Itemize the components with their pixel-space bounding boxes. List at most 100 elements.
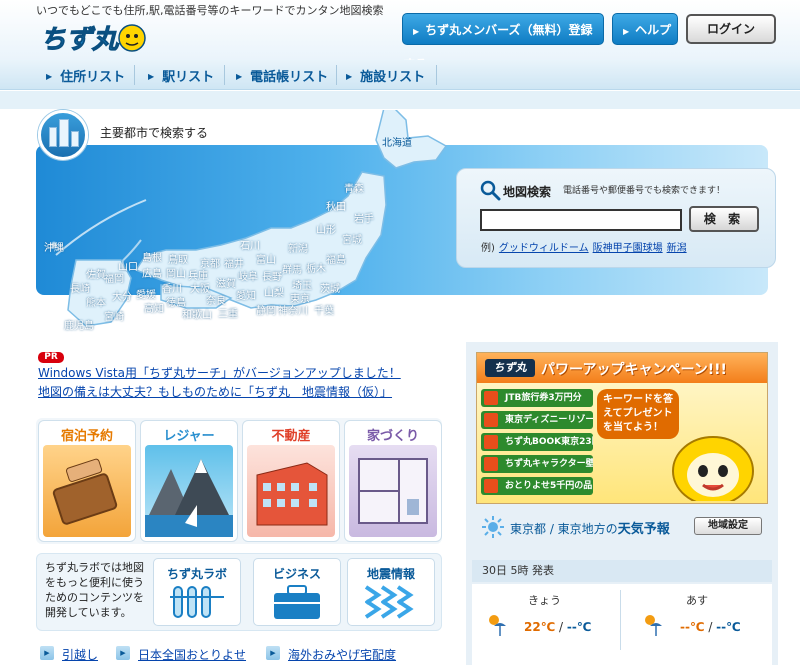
temp-low: --℃ (566, 620, 592, 634)
pref-link-mie[interactable]: 三重 (218, 305, 238, 320)
pref-link-ibaraki[interactable]: 茨城 (320, 280, 340, 295)
help-button[interactable]: ▶ ヘルプ (612, 13, 678, 45)
pref-link-kochi[interactable]: 高知 (144, 300, 164, 315)
pref-link-saga[interactable]: 佐賀 (86, 266, 106, 281)
category-real-estate[interactable]: 不動産 (242, 420, 340, 542)
lab-link-chizumaru-lab[interactable]: ちず丸ラボ (153, 558, 241, 626)
pref-link-nagano[interactable]: 長野 (262, 268, 282, 283)
pref-link-miyagi[interactable]: 宮城 (342, 231, 362, 246)
link-otoriyose[interactable]: 日本全国おとりよせ (138, 646, 246, 663)
pref-link-kagawa[interactable]: 香川 (162, 280, 182, 295)
weather-day-today: きょう (528, 594, 561, 607)
arrow-right-icon: ▶ (46, 72, 53, 81)
pref-link-kumamoto[interactable]: 熊本 (86, 294, 106, 309)
nav-address-list[interactable]: ▶ 住所リスト (46, 66, 125, 85)
prize-item: 東京ディズニーリゾートペアパスポート (481, 411, 593, 429)
pref-link-hyogo[interactable]: 兵庫 (188, 267, 208, 282)
mascot-character-icon (672, 436, 754, 501)
category-housebuilding[interactable]: 家づくり (344, 420, 442, 542)
campaign-logo: ちず丸 (485, 359, 535, 377)
weather-title-main: 天気予報 (617, 522, 670, 537)
pr-link-earthquake[interactable]: 地図の備えは大丈夫？もしものために「ちず丸 地震情報（仮）」 (38, 383, 392, 400)
chizumaru-logo[interactable]: ちず丸 (38, 18, 148, 58)
arrow-right-icon: ▶ (40, 646, 54, 660)
lab-description: ちず丸ラボでは地図をもっと便利に使うためのコンテンツを開発しています。 (45, 561, 144, 619)
pref-link-tottori[interactable]: 鳥取 (168, 251, 188, 266)
weather-title: 東京都 / 東京地方の天気予報 (510, 518, 670, 537)
gift-icon (484, 391, 498, 405)
pref-link-chiba[interactable]: 千葉 (314, 302, 334, 317)
pref-link-shimane[interactable]: 島根 (142, 249, 162, 264)
pref-link-shiga[interactable]: 滋賀 (216, 275, 236, 290)
pref-link-niigata[interactable]: 新潟 (288, 240, 308, 255)
search-input[interactable] (480, 209, 682, 231)
category-label: 不動産 (271, 429, 311, 444)
search-button[interactable]: 検 索 (689, 206, 759, 232)
suitcase-icon (43, 445, 131, 537)
pref-link-fukushima[interactable]: 福島 (326, 251, 346, 266)
example-link[interactable]: グッドウィルドーム (499, 243, 589, 254)
link-overseas-gifts[interactable]: 海外おみやげ宅配度 (288, 646, 396, 663)
example-link[interactable]: 阪神甲子園球場 (593, 243, 663, 254)
pr-link-vista[interactable]: Windows Vista用「ちず丸サーチ」がバージョンアップしました！ (38, 364, 401, 381)
pref-link-ehime[interactable]: 愛媛 (136, 286, 156, 301)
nav-station-list[interactable]: ▶ 駅リスト (148, 66, 214, 85)
arrow-right-icon: ▶ (266, 646, 280, 660)
search-note: 電話番号や郵便番号でも検索できます！ (563, 186, 726, 196)
members-register-button[interactable]: ▶ちず丸メンバーズ（無料）登録する (402, 13, 604, 71)
pref-link-hokkaido[interactable]: 北海道 (382, 134, 412, 149)
lab-link-business[interactable]: ビジネス (253, 558, 341, 626)
category-label: 宿泊予約 (60, 429, 113, 444)
building-shape (59, 119, 69, 147)
lab-link-earthquake-info[interactable]: 地震情報 (347, 558, 435, 626)
pref-link-aomori[interactable]: 青森 (344, 180, 364, 195)
pref-link-okinawa[interactable]: 沖縄 (44, 239, 64, 254)
campaign-banner[interactable]: ちず丸 パワーアップキャンペーン!!! JTB旅行券3万円分 東京ディズニーリゾ… (476, 352, 768, 504)
pref-link-fukui[interactable]: 福井 (224, 255, 244, 270)
campaign-header: ちず丸 パワーアップキャンペーン!!! (477, 353, 767, 383)
login-button[interactable]: ログイン (686, 14, 776, 44)
nav-facility-list[interactable]: ▶ 施設リスト (346, 66, 425, 85)
pref-link-yamagata[interactable]: 山形 (316, 221, 336, 236)
pref-link-yamanashi[interactable]: 山梨 (264, 284, 284, 299)
svg-text:ちず丸: ちず丸 (40, 25, 120, 55)
building-shape (49, 127, 57, 147)
pref-link-ishikawa[interactable]: 石川 (240, 237, 260, 252)
link-moving[interactable]: 引越し (62, 646, 98, 663)
prize-item: ちず丸BOOK東京23区 (481, 433, 593, 451)
nav-label: 駅リスト (162, 70, 215, 85)
weather-temp-tomorrow: --℃ / --℃ (680, 620, 741, 634)
nav-phonebook-list[interactable]: ▶ 電話帳リスト (236, 66, 328, 85)
pref-link-miyazaki[interactable]: 宮崎 (104, 308, 124, 323)
category-hotel[interactable]: 宿泊予約 (38, 420, 136, 542)
pref-link-tokushima[interactable]: 徳島 (166, 294, 186, 309)
pref-link-okayama[interactable]: 岡山 (166, 265, 186, 280)
nav-label: 電話帳リスト (250, 70, 329, 85)
prize-item: おとりよせ5千円の品 (481, 477, 593, 495)
pref-link-kagoshima[interactable]: 鹿児島 (64, 317, 94, 332)
pref-link-tochigi[interactable]: 栃木 (306, 260, 326, 275)
mountain-icon (145, 445, 233, 537)
region-settings-button[interactable]: 地域設定 (694, 517, 762, 535)
pref-link-toyama[interactable]: 富山 (256, 251, 276, 266)
pref-link-akita[interactable]: 秋田 (326, 198, 346, 213)
pref-link-wakayama[interactable]: 和歌山 (182, 306, 212, 321)
pref-link-hiroshima[interactable]: 広島 (142, 265, 162, 280)
pref-link-gunma[interactable]: 群馬 (282, 261, 302, 276)
example-link[interactable]: 新潟 (667, 243, 687, 254)
weather-divider (620, 590, 621, 650)
arrow-right-icon: ▶ (413, 27, 420, 36)
prize-item: ちず丸キャラクター壁紙 (481, 455, 593, 473)
briefcase-icon (274, 585, 320, 619)
pref-link-osaka[interactable]: 大阪 (190, 280, 210, 295)
pref-link-iwate[interactable]: 岩手 (354, 210, 374, 225)
category-leisure[interactable]: レジャー (140, 420, 238, 542)
pref-link-shizuoka[interactable]: 静岡 (256, 302, 276, 317)
pref-link-oita[interactable]: 大分 (112, 288, 132, 303)
pref-link-nagasaki[interactable]: 長崎 (70, 280, 90, 295)
pref-link-kanagawa[interactable]: 神奈川 (278, 302, 308, 317)
lab-panel: ちず丸ラボでは地図をもっと便利に使うためのコンテンツを開発しています。 ちず丸ラ… (36, 553, 442, 631)
pref-link-gifu[interactable]: 岐阜 (238, 268, 258, 283)
pref-link-fukuoka[interactable]: 福岡 (104, 270, 124, 285)
pref-link-aichi[interactable]: 愛知 (236, 287, 256, 302)
